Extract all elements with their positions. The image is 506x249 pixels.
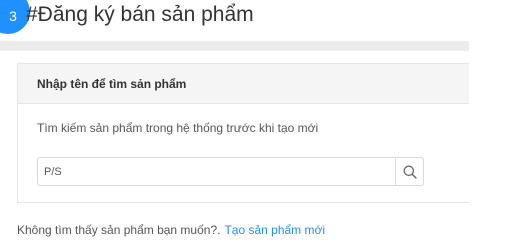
section-divider-band: [0, 41, 469, 51]
product-search-panel: Nhập tên để tìm sản phẩm Tìm kiếm sản ph…: [17, 63, 469, 203]
search-icon: [403, 165, 417, 179]
not-found-message: Không tìm thấy sản phẩm bạn muốn?. Tạo sả…: [17, 223, 325, 237]
search-button[interactable]: [395, 157, 424, 186]
page-title: #Đăng ký bán sản phẩm: [26, 3, 254, 26]
product-search-bar: [37, 157, 424, 186]
panel-heading: Nhập tên để tìm sản phẩm: [18, 64, 469, 104]
not-found-text: Không tìm thấy sản phẩm bạn muốn?.: [17, 223, 221, 237]
step-number: 3: [9, 8, 17, 24]
panel-description: Tìm kiếm sản phẩm trong hệ thống trước k…: [37, 121, 319, 135]
create-new-product-link[interactable]: Tạo sản phẩm mới: [224, 223, 325, 237]
product-search-input[interactable]: [37, 157, 395, 186]
